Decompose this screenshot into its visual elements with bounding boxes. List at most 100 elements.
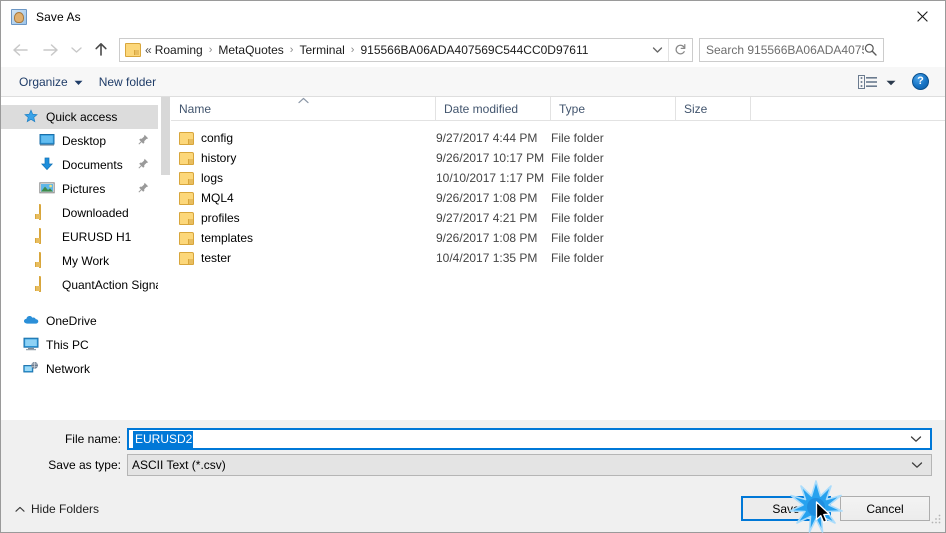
table-row[interactable]: history 9/26/2017 10:17 PM File folder xyxy=(171,148,945,168)
desktop-icon xyxy=(39,133,56,149)
resize-grip[interactable] xyxy=(930,512,942,530)
file-type-select[interactable]: ASCII Text (*.csv) xyxy=(127,454,932,476)
cell-date: 9/26/2017 10:17 PM xyxy=(436,151,545,165)
sidebar-item-label: Quick access xyxy=(46,110,118,124)
breadcrumb-terminal[interactable]: Terminal xyxy=(298,43,345,57)
sidebar-item-label: Network xyxy=(46,362,91,376)
cell-type: File folder xyxy=(551,151,604,165)
folder-icon xyxy=(179,212,194,225)
table-row[interactable]: profiles 9/27/2017 4:21 PM File folder xyxy=(171,208,945,228)
save-as-dialog: Save As « › Roaming › MetaQuotes › Termi… xyxy=(0,0,946,533)
search-box[interactable]: Search 915566BA06ADA40756... xyxy=(699,37,884,62)
file-name-value[interactable]: EURUSD2 xyxy=(129,431,194,448)
file-name-label: tester xyxy=(201,251,232,265)
sidebar-item-label: Pictures xyxy=(62,182,106,196)
cell-date: 9/26/2017 1:08 PM xyxy=(436,231,538,245)
star-pin-icon xyxy=(23,109,40,125)
network-icon xyxy=(23,361,40,377)
sidebar-item-label: Downloaded xyxy=(62,206,129,220)
column-header-type[interactable]: Type xyxy=(551,96,676,121)
file-type-chevron-down-icon[interactable] xyxy=(911,461,923,469)
hide-folders-button[interactable]: Hide Folders xyxy=(15,502,99,516)
sidebar-item-network[interactable]: Network xyxy=(1,357,158,381)
sidebar-scrollbar[interactable] xyxy=(161,97,170,175)
sidebar-item-desktop[interactable]: Desktop xyxy=(1,129,158,153)
column-header-size[interactable]: Size xyxy=(676,96,751,121)
folder-icon xyxy=(39,204,56,221)
breadcrumb-separator-2[interactable]: › xyxy=(285,44,299,56)
file-name-label: logs xyxy=(201,171,224,185)
view-layout-icon[interactable] xyxy=(858,74,878,89)
folder-icon xyxy=(179,172,194,185)
table-row[interactable]: tester 10/4/2017 1:35 PM File folder xyxy=(171,248,945,268)
help-button[interactable]: ? xyxy=(912,73,929,90)
onedrive-icon xyxy=(23,313,40,329)
new-folder-button[interactable]: New folder xyxy=(91,67,164,96)
table-row[interactable]: templates 9/26/2017 1:08 PM File folder xyxy=(171,228,945,248)
cell-name: templates xyxy=(171,231,436,245)
forward-arrow-icon[interactable] xyxy=(35,35,65,65)
pin-icon[interactable] xyxy=(138,182,149,196)
file-name-selected-text[interactable]: EURUSD2 xyxy=(133,431,194,448)
breadcrumb-roaming[interactable]: Roaming xyxy=(154,43,204,57)
close-icon[interactable] xyxy=(899,1,945,31)
view-chevron-down-icon[interactable] xyxy=(886,73,896,91)
up-arrow-icon[interactable] xyxy=(87,35,115,65)
cell-date: 9/27/2017 4:44 PM xyxy=(436,131,538,145)
pin-icon[interactable] xyxy=(138,134,149,148)
folder-icon xyxy=(125,42,141,57)
back-arrow-icon[interactable] xyxy=(5,35,35,65)
sort-ascending-icon xyxy=(298,93,309,107)
organize-button[interactable]: Organize xyxy=(11,67,91,96)
cell-name: MQL4 xyxy=(171,191,436,205)
search-icon[interactable] xyxy=(864,43,877,56)
sidebar-splitter[interactable] xyxy=(158,97,171,420)
address-bar[interactable]: « › Roaming › MetaQuotes › Terminal › 91… xyxy=(119,37,693,62)
sidebar-item-label: QuantAction Signal xyxy=(62,278,158,292)
sidebar-item-my-work[interactable]: My Work xyxy=(1,249,158,273)
recent-locations-chevron-icon[interactable] xyxy=(65,35,87,65)
breadcrumb-terminal-id[interactable]: 915566BA06ADA407569C544CC0D97611 xyxy=(359,43,589,57)
breadcrumb-separator-3[interactable]: › xyxy=(346,44,360,56)
sidebar-item-onedrive[interactable]: OneDrive xyxy=(1,309,158,333)
breadcrumb-separator-1[interactable]: › xyxy=(204,44,218,56)
table-row[interactable]: logs 10/10/2017 1:17 PM File folder xyxy=(171,168,945,188)
documents-icon xyxy=(39,157,56,173)
new-folder-label: New folder xyxy=(98,74,157,89)
file-name-input[interactable]: EURUSD2 xyxy=(127,428,932,450)
file-name-label: history xyxy=(201,151,237,165)
sidebar-item-label: My Work xyxy=(62,254,110,268)
sidebar-item-quick-access[interactable]: Quick access xyxy=(1,105,158,129)
folder-icon xyxy=(39,228,56,245)
pin-icon[interactable] xyxy=(138,158,149,172)
address-overflow[interactable]: « xyxy=(145,43,154,57)
table-row[interactable]: config 9/27/2017 4:44 PM File folder xyxy=(171,128,945,148)
search-input[interactable]: Search 915566BA06ADA40756... xyxy=(706,43,864,57)
sidebar-item-documents[interactable]: Documents xyxy=(1,153,158,177)
table-row[interactable]: MQL4 9/26/2017 1:08 PM File folder xyxy=(171,188,945,208)
file-name-label: MQL4 xyxy=(201,191,234,205)
file-name-label: templates xyxy=(201,231,254,245)
sidebar-item-this-pc[interactable]: This PC xyxy=(1,333,158,357)
file-name-label: config xyxy=(201,131,234,145)
chevron-down-icon xyxy=(74,75,83,89)
address-dropdown-chevron-icon[interactable] xyxy=(646,39,668,61)
file-name-chevron-down-icon[interactable] xyxy=(910,435,922,443)
column-header-label: Date modified xyxy=(444,101,519,116)
sidebar-item-eurusd-h1[interactable]: EURUSD H1 xyxy=(1,225,158,249)
refresh-icon[interactable] xyxy=(668,38,692,61)
sidebar-item-downloaded[interactable]: Downloaded xyxy=(1,201,158,225)
this-pc-icon xyxy=(23,337,40,353)
cell-name: tester xyxy=(171,251,436,265)
file-name-label: profiles xyxy=(201,211,240,225)
column-header-name[interactable]: Name xyxy=(171,96,436,121)
file-type-value: ASCII Text (*.csv) xyxy=(132,458,226,472)
sidebar-item-pictures[interactable]: Pictures xyxy=(1,177,158,201)
cell-name: profiles xyxy=(171,211,436,225)
folder-icon xyxy=(179,232,194,245)
breadcrumb-metaquotes[interactable]: MetaQuotes xyxy=(217,43,284,57)
folder-icon xyxy=(179,132,194,145)
cancel-button[interactable]: Cancel xyxy=(840,496,930,521)
sidebar-item-quantaction-signal[interactable]: QuantAction Signal xyxy=(1,273,158,297)
column-header-date-modified[interactable]: Date modified xyxy=(436,96,551,121)
